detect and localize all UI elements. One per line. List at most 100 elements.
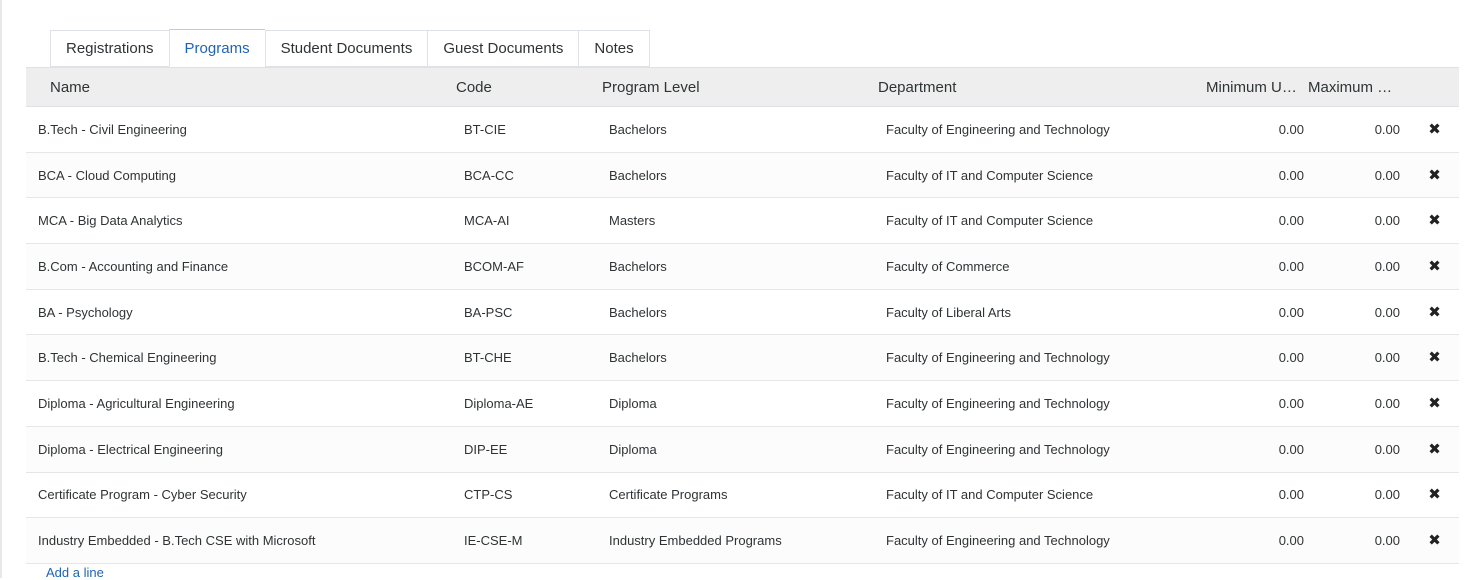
cell-name: BCA - Cloud Computing	[38, 167, 177, 183]
cell-department: Faculty of Engineering and Technology	[886, 350, 1110, 366]
close-icon[interactable]: ✖	[1426, 166, 1444, 184]
column-header-program-level[interactable]: Program Level	[602, 79, 878, 96]
cell-department: Faculty of Liberal Arts	[886, 304, 1011, 320]
cell-department: Faculty of IT and Computer Science	[886, 167, 1094, 183]
cell-minimum-units: 0.00	[1278, 487, 1304, 503]
cell-program-level: Bachelors	[609, 167, 667, 183]
close-icon[interactable]: ✖	[1426, 212, 1444, 230]
row-delete-cell: ✖	[1410, 440, 1459, 458]
cell-minimum-units: 0.00	[1278, 395, 1304, 411]
close-icon[interactable]: ✖	[1426, 486, 1444, 504]
table-row[interactable]: BA - Psychology BA-PSC Bachelors Faculty…	[26, 289, 1459, 336]
cell-name: B.Com - Accounting and Finance	[38, 258, 229, 274]
close-icon[interactable]: ✖	[1426, 394, 1444, 412]
table-row[interactable]: B.Tech - Civil Engineering BT-CIE Bachel…	[26, 107, 1459, 153]
cell-minimum-units: 0.00	[1278, 167, 1304, 183]
cell-department: Faculty of Engineering and Technology	[886, 441, 1110, 457]
row-delete-cell: ✖	[1410, 257, 1459, 275]
table-body: B.Tech - Civil Engineering BT-CIE Bachel…	[26, 107, 1459, 564]
cell-minimum-units: 0.00	[1278, 213, 1304, 229]
close-icon[interactable]: ✖	[1426, 303, 1444, 321]
table-row[interactable]: Certificate Program - Cyber Security CTP…	[26, 472, 1459, 519]
cell-code: MCA-AI	[464, 213, 510, 229]
cell-code: BA-PSC	[464, 304, 513, 320]
cell-maximum-units: 0.00	[1374, 487, 1400, 503]
cell-name: MCA - Big Data Analytics	[38, 213, 183, 229]
left-rail	[0, 0, 2, 578]
cell-department: Faculty of Commerce	[886, 258, 1010, 274]
tab-student-documents[interactable]: Student Documents	[264, 30, 428, 67]
programs-table: Name Code Program Level Department Minim…	[26, 67, 1459, 564]
cell-maximum-units: 0.00	[1374, 213, 1400, 229]
cell-maximum-units: 0.00	[1374, 533, 1400, 549]
cell-department: Faculty of Engineering and Technology	[886, 121, 1110, 137]
cell-maximum-units: 0.00	[1374, 441, 1400, 457]
cell-code: IE-CSE-M	[464, 533, 523, 549]
table-header: Name Code Program Level Department Minim…	[26, 68, 1459, 107]
row-delete-cell: ✖	[1410, 120, 1459, 138]
tab-guest-documents[interactable]: Guest Documents	[427, 30, 579, 67]
tab-programs[interactable]: Programs	[168, 29, 265, 67]
cell-minimum-units: 0.00	[1278, 441, 1304, 457]
table-row[interactable]: Diploma - Agricultural Engineering Diplo…	[26, 381, 1459, 427]
close-icon[interactable]: ✖	[1426, 349, 1444, 367]
table-row[interactable]: BCA - Cloud Computing BCA-CC Bachelors F…	[26, 152, 1459, 199]
column-header-name[interactable]: Name	[26, 79, 450, 96]
close-icon[interactable]: ✖	[1426, 257, 1444, 275]
cell-program-level: Bachelors	[609, 350, 667, 366]
column-header-code[interactable]: Code	[450, 79, 602, 96]
cell-department: Faculty of IT and Computer Science	[886, 487, 1094, 503]
cell-name: BA - Psychology	[38, 304, 133, 320]
column-header-department[interactable]: Department	[878, 79, 1206, 96]
cell-code: BT-CHE	[464, 350, 512, 366]
table-row[interactable]: MCA - Big Data Analytics MCA-AI Masters …	[26, 198, 1459, 245]
cell-minimum-units: 0.00	[1278, 350, 1304, 366]
cell-minimum-units: 0.00	[1278, 121, 1304, 137]
cell-program-level: Bachelors	[609, 304, 667, 320]
close-icon[interactable]: ✖	[1426, 120, 1444, 138]
cell-program-level: Bachelors	[609, 258, 667, 274]
cell-name: Diploma - Electrical Engineering	[38, 441, 223, 457]
cell-program-level: Diploma	[609, 395, 657, 411]
cell-maximum-units: 0.00	[1374, 121, 1400, 137]
cell-code: Diploma-AE	[464, 395, 534, 411]
row-delete-cell: ✖	[1410, 486, 1459, 504]
cell-maximum-units: 0.00	[1374, 304, 1400, 320]
close-icon[interactable]: ✖	[1426, 440, 1444, 458]
table-row[interactable]: Industry Embedded - B.Tech CSE with Micr…	[26, 518, 1459, 564]
tab-notes[interactable]: Notes	[578, 30, 650, 67]
cell-department: Faculty of Engineering and Technology	[886, 395, 1110, 411]
tab-registrations[interactable]: Registrations	[50, 30, 169, 67]
cell-maximum-units: 0.00	[1374, 167, 1400, 183]
cell-maximum-units: 0.00	[1374, 258, 1400, 274]
table-row[interactable]: B.Com - Accounting and Finance BCOM-AF B…	[26, 244, 1459, 290]
row-delete-cell: ✖	[1410, 532, 1459, 550]
row-delete-cell: ✖	[1410, 166, 1459, 184]
programs-sheet: Registrations Programs Student Documents…	[0, 0, 1484, 580]
close-icon[interactable]: ✖	[1426, 532, 1444, 550]
row-delete-cell: ✖	[1410, 394, 1459, 412]
notebook-tabs: Registrations Programs Student Documents…	[50, 29, 650, 67]
column-header-maximum-units[interactable]: Maximum Units	[1308, 79, 1410, 96]
cell-code: DIP-EE	[464, 441, 508, 457]
cell-minimum-units: 0.00	[1278, 533, 1304, 549]
cell-program-level: Diploma	[609, 441, 657, 457]
cell-name: Certificate Program - Cyber Security	[38, 487, 247, 503]
column-header-minimum-units[interactable]: Minimum Units	[1206, 79, 1308, 96]
cell-name: B.Tech - Civil Engineering	[38, 121, 187, 137]
cell-program-level: Bachelors	[609, 121, 667, 137]
table-row[interactable]: Diploma - Electrical Engineering DIP-EE …	[26, 426, 1459, 473]
cell-code: BT-CIE	[464, 121, 506, 137]
row-delete-cell: ✖	[1410, 349, 1459, 367]
cell-maximum-units: 0.00	[1374, 395, 1400, 411]
row-delete-cell: ✖	[1410, 212, 1459, 230]
cell-department: Faculty of Engineering and Technology	[886, 533, 1110, 549]
table-row[interactable]: B.Tech - Chemical Engineering BT-CHE Bac…	[26, 335, 1459, 382]
cell-maximum-units: 0.00	[1374, 350, 1400, 366]
cell-program-level: Certificate Programs	[609, 487, 728, 503]
cell-program-level: Industry Embedded Programs	[609, 533, 782, 549]
cell-minimum-units: 0.00	[1278, 304, 1304, 320]
cell-code: BCOM-AF	[464, 258, 524, 274]
cell-name: B.Tech - Chemical Engineering	[38, 350, 217, 366]
cell-name: Diploma - Agricultural Engineering	[38, 395, 235, 411]
